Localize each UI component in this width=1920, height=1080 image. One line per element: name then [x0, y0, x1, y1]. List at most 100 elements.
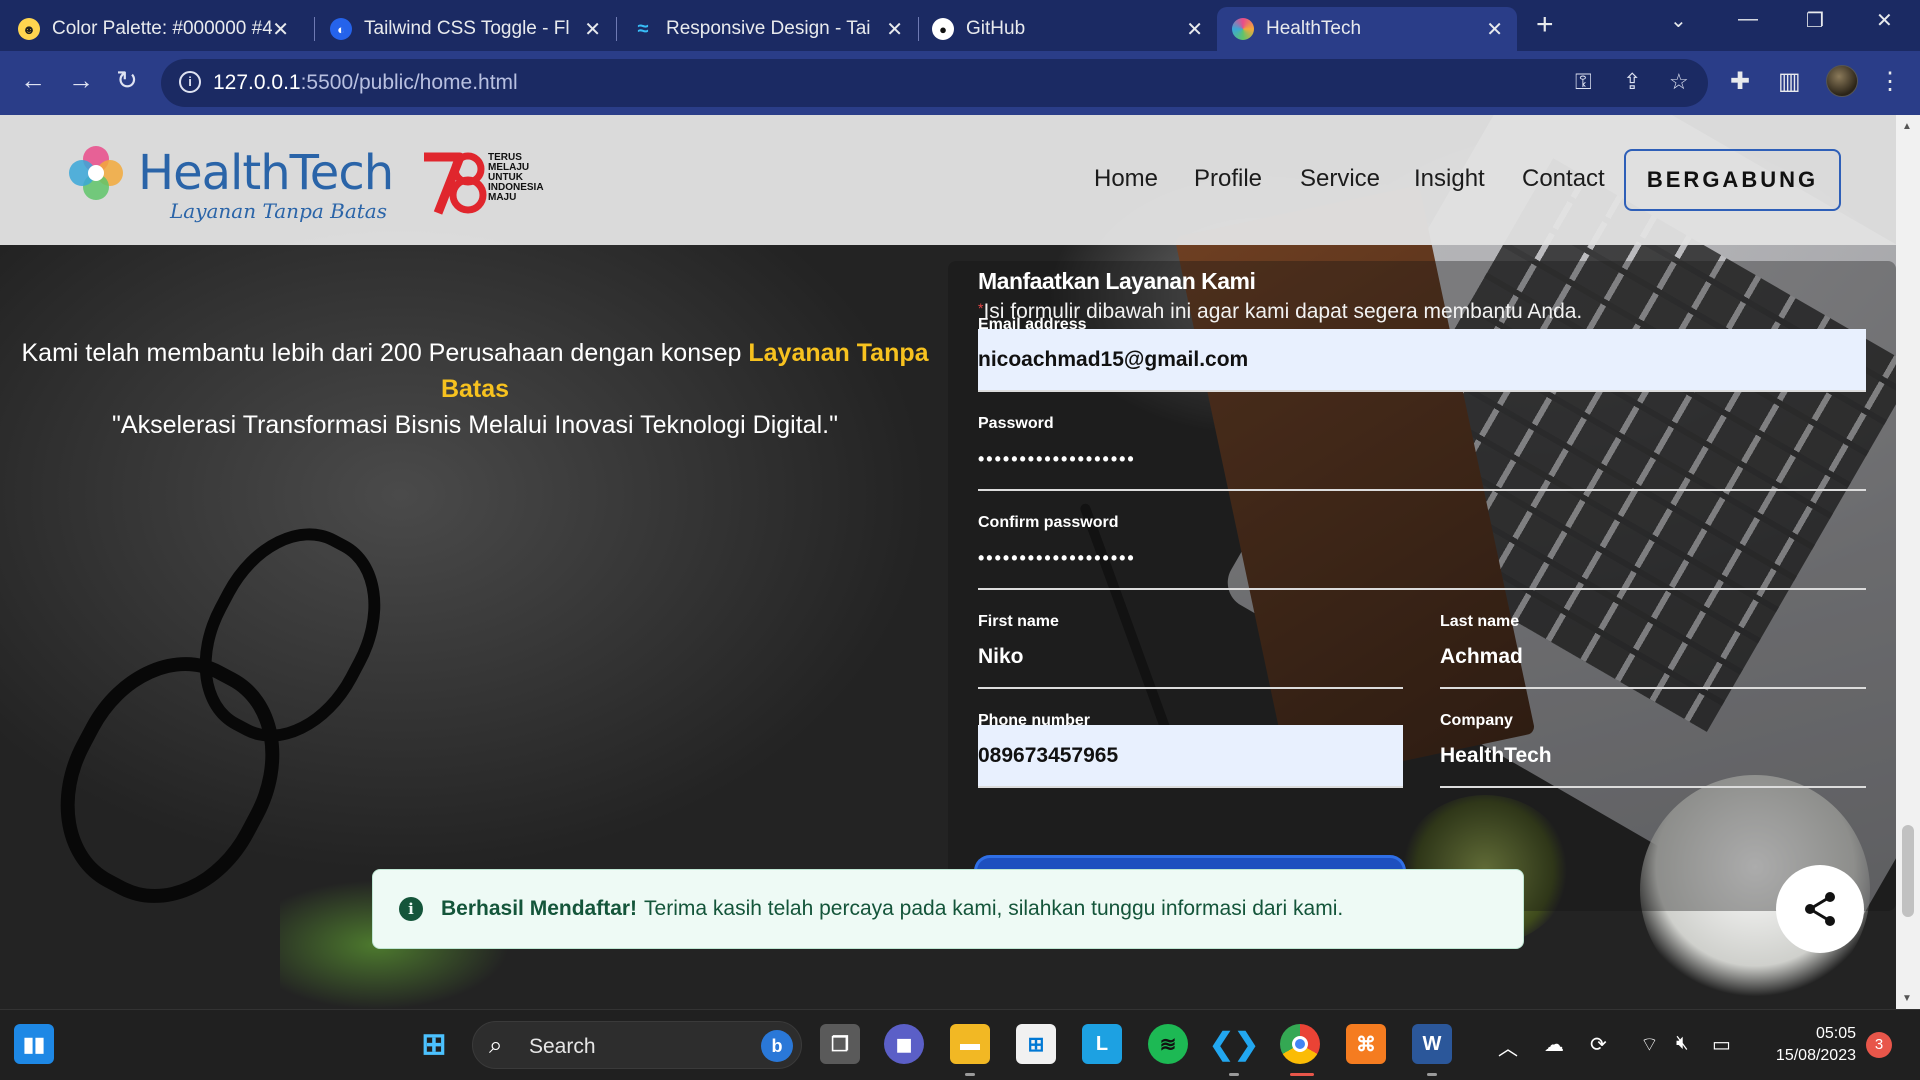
password-field[interactable]: ••••••••••••••••••• [978, 428, 1866, 490]
minimize-icon[interactable]: — [1738, 8, 1758, 31]
close-window-icon[interactable]: ✕ [1876, 8, 1893, 33]
clock-date: 15/08/2023 [1775, 1047, 1856, 1064]
info-icon: i [399, 897, 423, 921]
extensions-puzzle-icon[interactable]: ✚ [1730, 67, 1750, 96]
widgets-icon[interactable]: ▮▮ [14, 1024, 54, 1064]
hero-quote: "Akselerasi Transformasi Bisnis Melalui … [112, 411, 838, 439]
browser-tab-strip: ☻ Color Palette: #000000 #4 ✕ ◐ Tailwind… [0, 0, 1920, 51]
tray-overflow-chevron-icon[interactable]: ︿ [1498, 1032, 1518, 1061]
onedrive-cloud-icon[interactable]: ☁ [1544, 1032, 1564, 1057]
tab-title: Responsive Design - Tailw [666, 18, 871, 39]
tab-tailwind-toggle[interactable]: ◐ Tailwind CSS Toggle - Flow ✕ [330, 7, 615, 51]
close-tab-icon[interactable]: ✕ [272, 17, 289, 42]
windows-taskbar: ▮▮ ⊞ ⌕ Search b ❐ ◼ ▬ ⊞ L ≋ ❮❯ ⌘ W ︿ ☁ ⟳… [0, 1009, 1920, 1080]
nav-home[interactable]: Home [1094, 165, 1158, 193]
form-title: Manfaatkan Layanan Kami [978, 268, 1256, 294]
microsoft-store-icon[interactable]: ⊞ [1016, 1024, 1056, 1064]
tab-search-chevron-icon[interactable]: ⌄ [1670, 8, 1687, 33]
share-icon [1805, 892, 1835, 926]
nav-profile[interactable]: Profile [1194, 165, 1262, 193]
battery-icon[interactable]: ▭ [1712, 1032, 1731, 1057]
confirm-password-field[interactable]: ••••••••••••••••••• [978, 527, 1866, 589]
nav-service[interactable]: Service [1300, 165, 1380, 193]
clock-time: 05:05 [1815, 1025, 1856, 1042]
taskbar-clock[interactable]: 05:05 15/08/2023 [1756, 1023, 1856, 1067]
healthtech-favicon-icon [1232, 18, 1254, 40]
github-favicon-icon: ● [932, 18, 954, 40]
scrollbar-thumb[interactable] [1902, 825, 1914, 917]
task-view-icon[interactable]: ❐ [820, 1024, 860, 1064]
search-icon: ⌕ [489, 1032, 503, 1059]
taskbar-search[interactable]: ⌕ Search b [472, 1021, 802, 1069]
close-tab-icon[interactable]: ✕ [1486, 17, 1503, 42]
browser-menu-icon[interactable]: ⋮ [1878, 67, 1902, 96]
first-name-underline [978, 687, 1403, 689]
forward-arrow-icon[interactable]: → [68, 65, 94, 96]
speaker-muted-icon[interactable]: 🔇︎ [1676, 1032, 1689, 1055]
close-tab-icon[interactable]: ✕ [1186, 17, 1203, 42]
nav-contact[interactable]: Contact [1522, 165, 1605, 193]
company-underline [1440, 786, 1866, 788]
share-page-icon[interactable]: ⇪ [1623, 69, 1641, 95]
toast-title: Berhasil Mendaftar! [441, 897, 638, 920]
join-button[interactable]: BERGABUNG [1624, 149, 1841, 211]
bookmark-star-icon[interactable]: ☆ [1669, 69, 1689, 95]
page-scrollbar[interactable]: ▲ ▼ [1896, 115, 1920, 1009]
nav-insight[interactable]: Insight [1414, 165, 1485, 193]
tab-title: Color Palette: #000000 #4 [52, 18, 272, 39]
password-key-icon[interactable]: ⚿ [1575, 69, 1592, 95]
address-bar[interactable]: i 127.0.0.1:5500/public/home.html ⚿ ⇪ ☆ [161, 59, 1708, 107]
url-text[interactable]: 127.0.0.1:5500/public/home.html [213, 71, 518, 95]
email-underline [978, 390, 1866, 392]
xampp-icon[interactable]: ⌘ [1346, 1024, 1386, 1064]
tab-title: GitHub [966, 18, 1026, 39]
active-indicator [1290, 1073, 1314, 1076]
url-path: :5500/public/home.html [300, 71, 518, 94]
close-tab-icon[interactable]: ✕ [886, 17, 903, 42]
confirm-password-underline [978, 588, 1866, 590]
reload-icon[interactable]: ↻ [116, 65, 138, 96]
company-field[interactable]: HealthTech [1440, 725, 1866, 787]
last-name-field[interactable]: Achmad [1440, 626, 1866, 688]
tab-healthtech[interactable]: HealthTech ✕ [1217, 7, 1517, 51]
profile-avatar[interactable] [1826, 65, 1858, 97]
running-indicator [965, 1073, 975, 1076]
toast-message: Terima kasih telah percaya pada kami, si… [644, 897, 1344, 920]
browser-toolbar: ← → ↻ i 127.0.0.1:5500/public/home.html … [0, 51, 1920, 115]
start-windows-icon[interactable]: ⊞ [414, 1024, 454, 1064]
healthtech-logo-icon[interactable] [64, 141, 128, 205]
scroll-down-icon[interactable]: ▼ [1902, 993, 1912, 1004]
tab-separator [616, 17, 617, 41]
back-arrow-icon[interactable]: ← [20, 65, 46, 96]
restore-icon[interactable]: ❐ [1806, 8, 1824, 33]
close-tab-icon[interactable]: ✕ [584, 17, 601, 42]
tab-color-palette[interactable]: ☻ Color Palette: #000000 #4 ✕ [18, 7, 303, 51]
sync-icon[interactable]: ⟳ [1590, 1032, 1607, 1057]
side-panel-icon[interactable]: ▥ [1778, 67, 1801, 96]
last-name-underline [1440, 687, 1866, 689]
teams-chat-icon[interactable]: ◼ [884, 1024, 924, 1064]
word-icon[interactable]: W [1412, 1024, 1452, 1064]
tab-responsive-design[interactable]: ≈ Responsive Design - Tailw ✕ [632, 7, 917, 51]
email-field[interactable]: nicoachmad15@gmail.com [978, 329, 1866, 391]
file-explorer-icon[interactable]: ▬ [950, 1024, 990, 1064]
l-app-icon[interactable]: L [1082, 1024, 1122, 1064]
phone-field[interactable]: 089673457965 [978, 725, 1403, 787]
scroll-up-icon[interactable]: ▲ [1902, 121, 1912, 132]
vscode-icon[interactable]: ❮❯ [1209, 1024, 1259, 1064]
wifi-icon[interactable]: ⌔ [1640, 1032, 1659, 1057]
anniversary-badge-text: TERUS MELAJU UNTUK INDONESIA MAJU [488, 152, 544, 203]
new-tab-plus-icon[interactable]: + [1536, 8, 1554, 42]
logo-wordmark[interactable]: HealthTech [138, 145, 394, 201]
hero-copy: Kami telah membantu lebih dari 200 Perus… [10, 335, 940, 443]
first-name-field[interactable]: Niko [978, 626, 1403, 688]
spotify-icon[interactable]: ≋ [1148, 1024, 1188, 1064]
chrome-icon[interactable] [1280, 1024, 1320, 1064]
site-info-icon[interactable]: i [179, 71, 201, 93]
tab-github[interactable]: ● GitHub ✕ [932, 7, 1217, 51]
share-button[interactable] [1776, 865, 1864, 953]
color-palette-favicon-icon: ☻ [18, 18, 40, 40]
bing-icon[interactable]: b [761, 1030, 793, 1062]
site-header: HealthTech Layanan Tanpa Batas TERUS MEL… [0, 115, 1896, 245]
notification-badge[interactable]: 3 [1866, 1032, 1892, 1058]
